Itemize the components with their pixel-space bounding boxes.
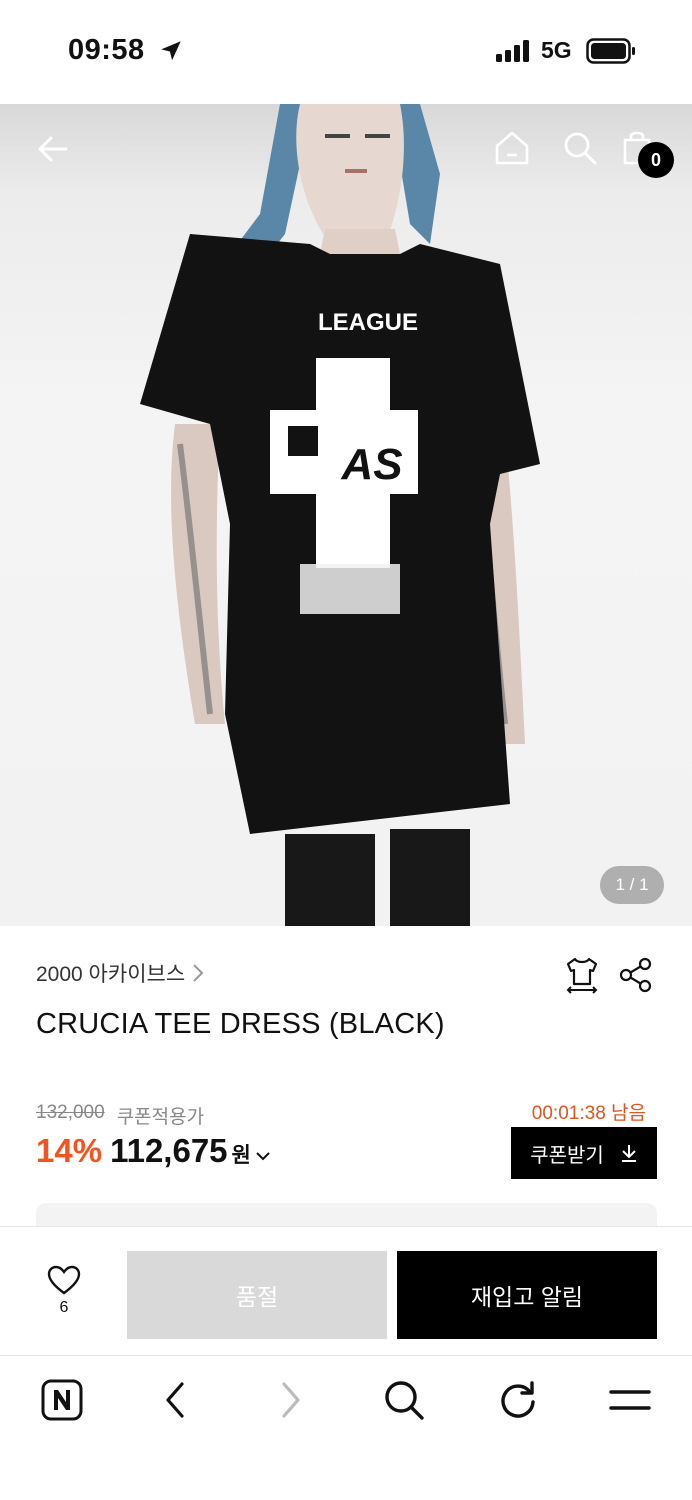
brand-link[interactable]: 2000 아카이브스	[36, 958, 205, 988]
home-icon[interactable]	[494, 130, 530, 166]
menu-icon[interactable]	[608, 1378, 652, 1422]
status-time: 09:58	[68, 34, 145, 66]
get-coupon-label: 쿠폰받기	[530, 1144, 604, 1167]
product-image[interactable]: LEAGUE AS 1 / 1	[0, 104, 692, 926]
back-icon[interactable]	[154, 1378, 198, 1422]
coupon-price-label: 쿠폰적용가	[116, 1107, 205, 1128]
size-tshirt-icon[interactable]	[563, 956, 601, 994]
get-coupon-button[interactable]: 쿠폰받기	[511, 1127, 657, 1179]
download-icon	[621, 1145, 636, 1162]
product-photo: LEAGUE AS	[140, 104, 540, 926]
back-arrow-icon[interactable]	[36, 132, 70, 166]
naver-n-icon[interactable]	[40, 1378, 84, 1422]
cart-count-badge[interactable]: 0	[638, 142, 674, 178]
forward-icon[interactable]	[268, 1378, 312, 1422]
currency-label: 원	[231, 1144, 251, 1167]
price-row[interactable]: 14% 112,675 원	[36, 1132, 271, 1170]
location-arrow-icon	[161, 41, 181, 61]
image-counter: 1 / 1	[600, 866, 664, 904]
chevron-down-icon	[256, 1152, 270, 1161]
network-type: 5G	[541, 37, 572, 63]
reload-icon[interactable]	[496, 1378, 540, 1422]
like-button[interactable]: 6	[36, 1265, 92, 1329]
chevron-right-icon	[193, 964, 204, 982]
product-name: CRUCIA TEE DRESS (BLACK)	[36, 1008, 445, 1040]
original-price: 132,000	[36, 1102, 105, 1123]
original-price-row: 132,000 쿠폰적용가	[36, 1102, 204, 1129]
discount-rate: 14%	[36, 1132, 103, 1169]
heart-icon	[47, 1265, 81, 1295]
signal-icon	[496, 40, 529, 62]
status-bar: 09:58 5G	[0, 0, 692, 104]
coupon-timer: 00:01:38 남음	[531, 1103, 646, 1124]
print-as: AS	[340, 440, 402, 489]
search-icon[interactable]	[562, 130, 598, 166]
search-icon[interactable]	[382, 1378, 426, 1422]
restock-alert-button[interactable]: 재입고 알림	[397, 1251, 657, 1339]
battery-icon	[586, 38, 635, 64]
brand-name: 2000 아카이브스	[36, 963, 186, 986]
browser-toolbar	[0, 1356, 692, 1500]
purchase-action-bar: 6 품절 재입고 알림	[0, 1226, 692, 1356]
print-league: LEAGUE	[318, 309, 418, 336]
soldout-button[interactable]: 품절	[127, 1251, 387, 1339]
share-icon[interactable]	[617, 956, 655, 994]
sale-price: 112,675	[110, 1132, 228, 1169]
like-count: 6	[59, 1299, 69, 1316]
